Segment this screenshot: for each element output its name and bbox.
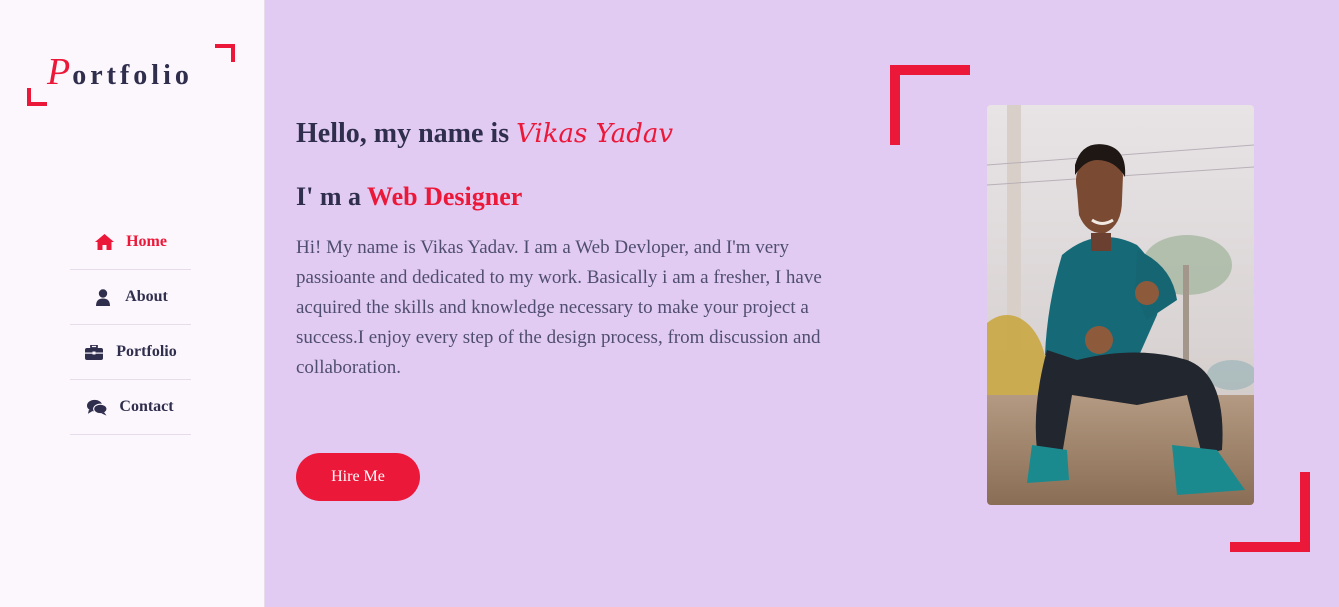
role-heading: I' m a Web Designer (296, 182, 522, 212)
nav-label-home: Home (126, 233, 167, 250)
greeting-heading: Hello, my name is Vikas Yadav (296, 118, 673, 150)
sidebar: Portfolio Home About Portfolio Contact (0, 0, 265, 607)
user-icon (93, 288, 113, 306)
greeting-prefix: Hello, my name is (296, 118, 517, 149)
profile-image-frame (890, 65, 1310, 552)
greeting-name: Vikas Yadav (516, 119, 674, 149)
role-title: Web Designer (367, 182, 523, 211)
logo-rest: ortfolio (72, 60, 193, 91)
nav-item-contact[interactable]: Contact (70, 380, 191, 435)
role-prefix: I' m a (296, 182, 368, 211)
logo-corner-top-right (215, 44, 235, 62)
profile-photo (987, 105, 1254, 505)
frame-bracket-top-left (890, 65, 970, 145)
nav-menu: Home About Portfolio Contact (70, 215, 191, 435)
logo-corner-bottom-left (27, 88, 47, 106)
nav-item-portfolio[interactable]: Portfolio (70, 325, 191, 380)
intro-paragraph: Hi! My name is Vikas Yadav. I am a Web D… (296, 237, 822, 378)
comments-icon (87, 398, 108, 416)
nav-label-about: About (125, 288, 168, 305)
nav-label-portfolio: Portfolio (116, 343, 177, 360)
logo-text: Portfolio (47, 50, 193, 94)
nav-label-contact: Contact (119, 398, 174, 415)
hire-me-button[interactable]: Hire Me (296, 453, 420, 501)
briefcase-icon (84, 343, 104, 361)
logo[interactable]: Portfolio (27, 44, 235, 106)
logo-first-letter: P (47, 51, 73, 93)
home-icon (94, 233, 114, 251)
nav-item-about[interactable]: About (70, 270, 191, 325)
nav-item-home[interactable]: Home (70, 215, 191, 270)
hero-section: Hello, my name is Vikas Yadav I' m a Web… (266, 0, 1339, 607)
